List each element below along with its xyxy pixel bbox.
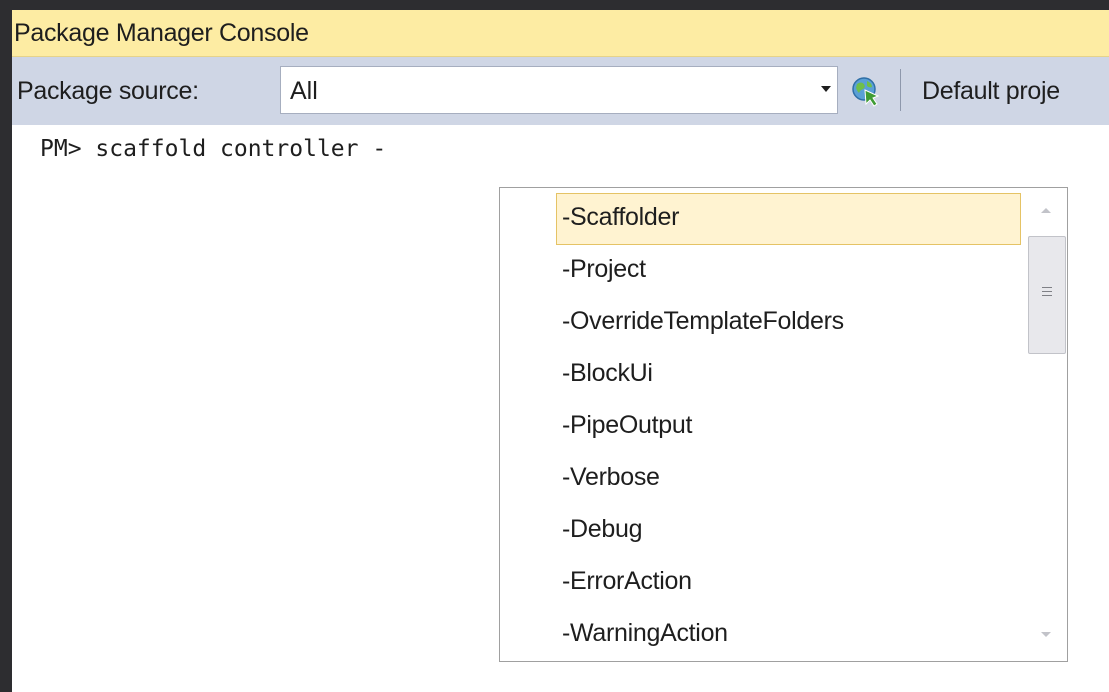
package-source-value: All — [290, 77, 318, 105]
scrollbar-thumb[interactable] — [1028, 236, 1066, 354]
outer-frame: Package Manager Console Package source: … — [0, 0, 1109, 692]
completion-item-debug[interactable]: -Debug — [556, 505, 1021, 557]
intellisense-completion-list[interactable]: -Scaffolder -Project -OverrideTemplateFo… — [499, 187, 1068, 662]
package-source-label: Package source: — [17, 77, 199, 105]
refresh-globe-icon[interactable] — [850, 75, 882, 107]
scroll-down-arrow-icon[interactable] — [1041, 632, 1051, 637]
toolbar: Package source: All Default proje — [12, 57, 1109, 125]
completion-item-pipe-output[interactable]: -PipeOutput — [556, 401, 1021, 453]
console-prompt-line[interactable]: PM> scaffold controller - — [40, 136, 386, 162]
completion-scrollbar[interactable] — [1026, 188, 1067, 661]
completion-item-warning-action[interactable]: -WarningAction — [556, 609, 1021, 661]
toolbar-separator — [900, 69, 901, 111]
console-output-area[interactable]: PM> scaffold controller - -Scaffolder -P… — [12, 125, 1109, 692]
completion-item-error-action[interactable]: -ErrorAction — [556, 557, 1021, 609]
completion-item-block-ui[interactable]: -BlockUi — [556, 349, 1021, 401]
completion-item-project[interactable]: -Project — [556, 245, 1021, 297]
scroll-up-arrow-icon[interactable] — [1041, 208, 1051, 213]
default-project-label: Default proje — [922, 77, 1060, 105]
package-manager-console-window: Package Manager Console Package source: … — [12, 10, 1109, 692]
completion-items: -Scaffolder -Project -OverrideTemplateFo… — [500, 188, 1028, 666]
completion-item-scaffolder[interactable]: -Scaffolder — [556, 193, 1021, 245]
completion-item-verbose[interactable]: -Verbose — [556, 453, 1021, 505]
completion-item-override-template-folders[interactable]: -OverrideTemplateFolders — [556, 297, 1021, 349]
window-title: Package Manager Console — [14, 19, 309, 47]
title-bar: Package Manager Console — [12, 10, 1109, 57]
dropdown-arrow-icon[interactable] — [821, 86, 831, 92]
package-source-dropdown[interactable]: All — [280, 66, 838, 114]
scrollbar-grip-icon — [1042, 287, 1052, 298]
